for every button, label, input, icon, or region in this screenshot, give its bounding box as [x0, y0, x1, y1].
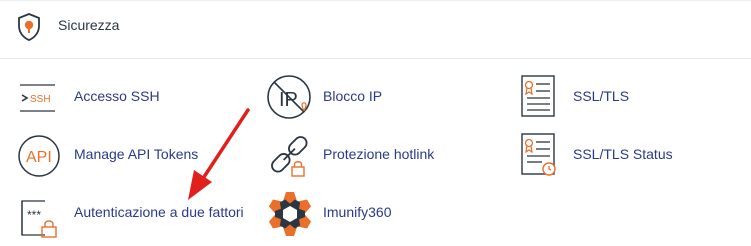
section-header[interactable]: Sicurezza [0, 0, 751, 59]
tool-label: SSL/TLS [573, 88, 630, 104]
tool-accesso-ssh[interactable]: SSH Accesso SSH [17, 73, 217, 123]
ssh-terminal-icon: SSH [20, 84, 55, 112]
certificate-status-icon [521, 133, 556, 176]
security-panel: Sicurezza SSH Accesso SSH IP Blocco IP S… [0, 0, 751, 246]
shield-icon [18, 13, 40, 41]
tool-label: Blocco IP [323, 88, 383, 104]
tool-label: Accesso SSH [74, 88, 160, 104]
tool-label: Manage API Tokens [74, 146, 199, 162]
tool-label: Imunify360 [323, 204, 392, 220]
tool-ssl-tls[interactable]: SSL/TLS [516, 73, 716, 123]
tool-label: Autenticazione a due fattori [74, 204, 244, 220]
svg-text:IP: IP [279, 89, 298, 111]
svg-text:***: *** [27, 208, 41, 222]
chain-lock-icon [271, 136, 308, 177]
certificate-icon [521, 75, 555, 117]
tool-label: SSL/TLS Status [573, 146, 673, 162]
tool-autenticazione-due-fattori[interactable]: *** Autenticazione a due fattori [17, 189, 267, 239]
svg-text:API: API [26, 149, 52, 166]
svg-text:SSH: SSH [30, 94, 51, 105]
tool-imunify360[interactable]: Imunify360 [266, 189, 466, 239]
imunify-logo-icon [268, 192, 312, 236]
tool-blocco-ip[interactable]: IP Blocco IP [266, 73, 466, 123]
tool-label: Protezione hotlink [323, 146, 435, 162]
tool-ssl-tls-status[interactable]: SSL/TLS Status [516, 131, 716, 181]
api-icon: API [18, 135, 60, 177]
tool-manage-api-tokens[interactable]: API Manage API Tokens [17, 131, 237, 181]
tool-protezione-hotlink[interactable]: Protezione hotlink [266, 131, 496, 181]
ip-block-icon: IP [267, 75, 311, 119]
section-title: Sicurezza [58, 17, 120, 33]
password-lock-icon: *** [21, 200, 57, 238]
